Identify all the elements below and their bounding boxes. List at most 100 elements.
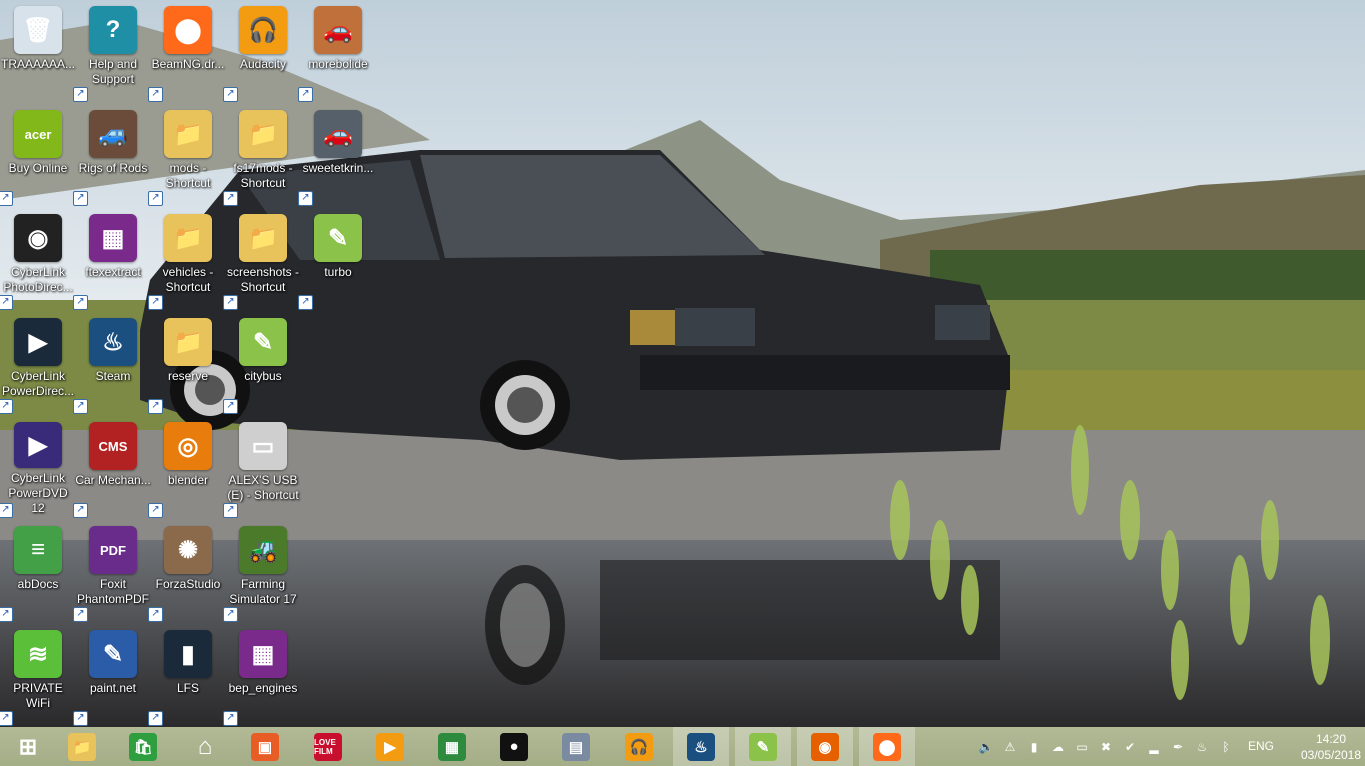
desktop-icon-label: Help and Support [88, 57, 138, 86]
signal-icon[interactable]: ▂ [1146, 739, 1162, 755]
desktop-icon-label: Steam [95, 369, 131, 383]
desktop-icon-abdocs[interactable]: ≡ ↗ abDocs [0, 520, 76, 622]
volume-icon[interactable]: 🔈 [978, 739, 994, 755]
desktop-icon-label: TRAAAAAA... [0, 57, 76, 71]
home-icon: ⌂ [197, 732, 213, 760]
cyberlink-powerdvd-icon: ▶ [14, 422, 62, 468]
desktop-icon-label: blender [167, 473, 209, 487]
taskbar-button-home[interactable]: ⌂ [177, 727, 233, 766]
desktop-icon-label: ForzaStudio [155, 577, 221, 591]
desktop-icon-mods-shortcut[interactable]: 📁 ↗ mods - Shortcut [148, 104, 226, 206]
ftexextract-icon: ▦ [89, 214, 137, 262]
desktop-icon-alexs-usb-shortcut[interactable]: ▭ ↗ ALEX'S USB (E) - Shortcut [223, 416, 301, 518]
desktop-icon-forzastudio[interactable]: ✺ ↗ ForzaStudio [148, 520, 226, 622]
language-indicator[interactable]: ENG [1248, 739, 1274, 753]
desktop-icon-blender[interactable]: ◎ ↗ blender [148, 416, 226, 518]
warning-network-icon[interactable]: ⚠ [1002, 739, 1018, 755]
desktop-icon-label: abDocs [17, 577, 59, 591]
taskbar-button-firefox[interactable]: ◉ [797, 727, 853, 766]
desktop-icon-recycle-bin[interactable]: 🗑 TRAAAAAA... [0, 0, 76, 100]
desktop-icon-vehicles-shortcut[interactable]: 📁 ↗ vehicles - Shortcut [148, 208, 226, 310]
notepad-plus-icon: ✎ [749, 732, 777, 761]
shortcut-arrow-icon: ↗ [223, 295, 238, 310]
taskbar-button-notepad-plus[interactable]: ✎ [735, 727, 791, 766]
desktop-icon-label: sweetetkrin... [302, 161, 374, 175]
taskbar-button-media-player[interactable]: ▶ [362, 727, 418, 766]
desktop-icon-cyberlink-powerdvd[interactable]: ▶ ↗ CyberLink PowerDVD 12 [0, 416, 76, 518]
desktop-icon-label: Foxit PhantomPDF [76, 577, 150, 606]
taskbar-button-file-explorer[interactable]: 📁 [54, 727, 110, 766]
taskbar-button-audacity-task[interactable]: 🎧 [611, 727, 667, 766]
taskbar: ⊞ 📁 🛍 ⌂ ▣ LOVE FILM ▶ ▦ ● ▤ 🎧 ♨ ✎ ◉ ⬤ 🔈 ⚠ ▮ ☁ ▭ ✖ ✔ ▂ ✒ ♨ ᛒ ENG … [0, 727, 1365, 766]
desktop-icon-turbo[interactable]: ✎ ↗ turbo [298, 208, 376, 310]
desktop-icon-label: Rigs of Rods [78, 161, 148, 175]
desktop-icon-cyberlink-powerdirector[interactable]: ▶ ↗ CyberLink PowerDirec... [0, 312, 76, 414]
shortcut-arrow-icon: ↗ [0, 503, 13, 518]
shortcut-arrow-icon: ↗ [73, 191, 88, 206]
private-wifi-icon: ≋ [14, 630, 62, 678]
desktop-icon-paint-net[interactable]: ✎ ↗ paint.net [73, 624, 151, 726]
desktop-icon-private-wifi[interactable]: ≋ ↗ PRIVATE WiFi [0, 624, 76, 726]
cloud-icon[interactable]: ☁ [1050, 739, 1066, 755]
desktop-icon-foxit-phantompdf[interactable]: PDF ↗ Foxit PhantomPDF [73, 520, 151, 622]
steam-tray-icon[interactable]: ♨ [1194, 739, 1210, 755]
shortcut-arrow-icon: ↗ [148, 295, 163, 310]
desktop-icon-ftexextract[interactable]: ▦ ↗ ftexextract [73, 208, 151, 310]
desktop-icon-buy-online[interactable]: acer ↗ Buy Online [0, 104, 76, 206]
desktop-icon-fs17mods-shortcut[interactable]: 📁 ↗ fs17mods - Shortcut [223, 104, 301, 206]
morebolide-icon: 🚗 [314, 6, 362, 54]
desktop-icon-label: ftexextract [85, 265, 141, 279]
desktop-icon-beamng[interactable]: ⬤ ↗ BeamNG.dr... [148, 0, 226, 102]
taskbar-button-beamng-task[interactable]: ⬤ [859, 727, 915, 766]
clock[interactable]: 14:20 03/05/2018 [1300, 731, 1362, 763]
desktop-icon-car-mechanic[interactable]: CMS ↗ Car Mechan... [73, 416, 151, 518]
shortcut-arrow-icon: ↗ [148, 191, 163, 206]
desktop-icon-steam[interactable]: ♨ ↗ Steam [73, 312, 151, 414]
desktop-icon-bep-engines[interactable]: ▦ ↗ bep_engines [223, 624, 301, 726]
desktop-icon-label: Buy Online [8, 161, 68, 175]
desktop-icon-lfs[interactable]: ▮ ↗ LFS [148, 624, 226, 726]
taskbar-button-photos[interactable]: ▣ [237, 727, 293, 766]
shield-check-icon[interactable]: ✔ [1122, 739, 1138, 755]
bluetooth-icon[interactable]: ᛒ [1218, 739, 1234, 755]
charger-icon[interactable]: ▮ [1026, 739, 1042, 755]
desktop-icon-reserve[interactable]: 📁 ↗ reserve [148, 312, 226, 414]
desktop-icon-label: Car Mechan... [75, 473, 151, 487]
desktop[interactable]: 🗑 TRAAAAAA...? ↗ Help and Support ⬤ ↗ BeamNG.d… [0, 0, 1365, 727]
taskbar-button-video-editor[interactable]: ▦ [424, 727, 480, 766]
taskbar-button-store[interactable]: 🛍 [115, 727, 171, 766]
desktop-icon-label: Farming Simulator 17 [229, 577, 297, 606]
taskbar-button-lovefilm[interactable]: LOVE FILM [300, 727, 356, 766]
taskbar-button-recorder[interactable]: ● [486, 727, 542, 766]
security-x-icon[interactable]: ✖ [1098, 739, 1114, 755]
shortcut-arrow-icon: ↗ [73, 87, 88, 102]
cyberlink-photodirector-icon: ◉ [14, 214, 62, 262]
desktop-icon-sweetetkrin[interactable]: 🚗 ↗ sweetetkrin... [298, 104, 376, 206]
alexs-usb-shortcut-icon: ▭ [239, 422, 287, 470]
desktop-icon-farming-simulator-17[interactable]: 🚜 ↗ Farming Simulator 17 [223, 520, 301, 622]
buy-online-icon: acer [14, 110, 62, 158]
shortcut-arrow-icon: ↗ [223, 711, 238, 726]
car-mechanic-icon: CMS [89, 422, 137, 470]
beamng-task-icon: ⬤ [873, 732, 901, 761]
desktop-icon-citybus[interactable]: ✎ ↗ citybus [223, 312, 301, 414]
taskbar-button-start[interactable]: ⊞ [0, 727, 56, 766]
desktop-icon-label: reserve [167, 369, 208, 383]
desktop-icon-help-and-support[interactable]: ? ↗ Help and Support [73, 0, 151, 102]
shortcut-arrow-icon: ↗ [223, 191, 238, 206]
desktop-icon-cyberlink-photodirector[interactable]: ◉ ↗ CyberLink PhotoDirec... [0, 208, 76, 310]
desktop-icon-audacity[interactable]: 🎧 ↗ Audacity [223, 0, 301, 102]
taskbar-button-steam-task[interactable]: ♨ [673, 727, 729, 766]
paint-net-icon: ✎ [89, 630, 137, 678]
desktop-icon-screenshots-shortcut[interactable]: 📁 ↗ screenshots - Shortcut [223, 208, 301, 310]
shortcut-arrow-icon: ↗ [0, 191, 13, 206]
desktop-icon-label: bep_engines [228, 681, 298, 695]
desktop-icon-rigs-of-rods[interactable]: 🚙 ↗ Rigs of Rods [73, 104, 151, 206]
monitor-icon[interactable]: ▭ [1074, 739, 1090, 755]
sweetetkrin-icon: 🚗 [314, 110, 362, 158]
feather-icon[interactable]: ✒ [1170, 739, 1186, 755]
desktop-icon-morebolide[interactable]: 🚗 ↗ morebolide [298, 0, 376, 102]
taskbar-button-photo-viewer[interactable]: ▤ [548, 727, 604, 766]
shortcut-arrow-icon: ↗ [148, 87, 163, 102]
screenshots-shortcut-icon: 📁 [239, 214, 287, 262]
